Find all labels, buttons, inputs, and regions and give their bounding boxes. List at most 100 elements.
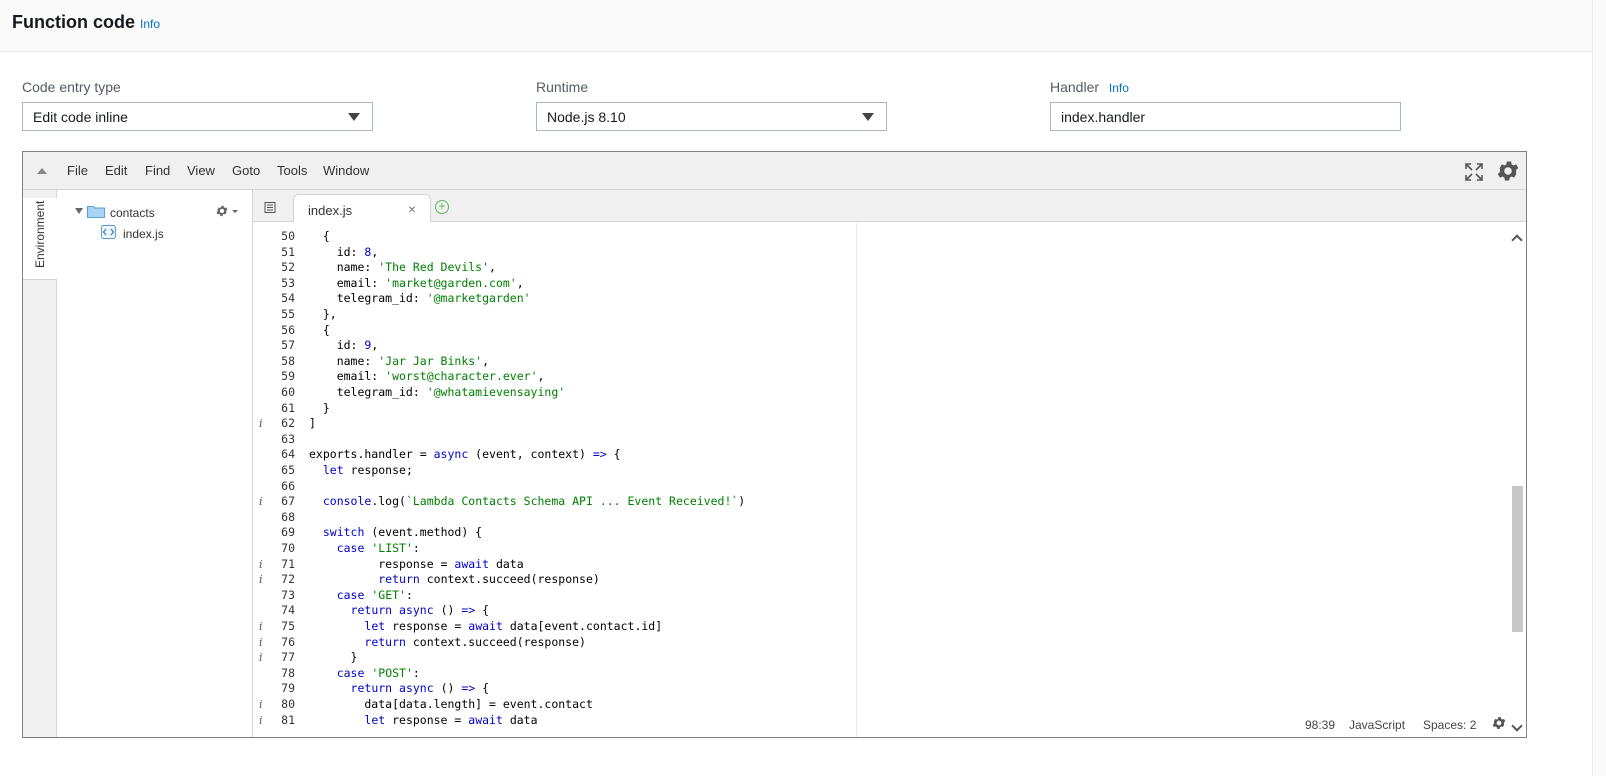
gear-icon[interactable] [1491,715,1507,731]
code-line[interactable]: 52 name: 'The Red Devils', [253,260,1493,276]
cursor-position[interactable]: 98:39 [1305,718,1335,732]
code-line[interactable]: 57 id: 9, [253,338,1493,354]
ide-menubar: File Edit Find View Goto Tools Window [23,152,1526,190]
code-line[interactable]: 78 case 'POST': [253,666,1493,682]
code-text: } [309,400,330,415]
runtime-label: Runtime [536,79,589,95]
info-annotation-icon[interactable]: i [259,619,263,635]
scroll-thumb[interactable] [1512,486,1523,632]
line-number: 76 [281,634,295,649]
code-line[interactable]: 70 case 'LIST': [253,541,1493,557]
menu-find[interactable]: Find [145,163,170,178]
code-line[interactable]: 66 [253,479,1493,495]
code-line[interactable]: 69 switch (event.method) { [253,525,1493,541]
function-code-panel: Function code Info Code entry type Edit … [0,0,1606,776]
code-line[interactable]: 64 exports.handler = async (event, contex… [253,447,1493,463]
code-line[interactable]: 60 telegram_id: '@whatamievensaying' [253,385,1493,401]
code-line[interactable]: 71 i response = await data [253,557,1493,573]
gear-icon[interactable] [215,203,239,219]
language-mode[interactable]: JavaScript [1349,718,1405,732]
file-index-js[interactable]: index.js [123,227,164,241]
line-number: 54 [281,291,295,306]
environment-tab[interactable]: Environment [23,198,57,280]
handler-label: Handler Info [1050,79,1129,95]
collapse-menu-icon[interactable] [37,168,47,174]
code-line[interactable]: 68 [253,510,1493,526]
tab-list-icon[interactable] [264,202,276,213]
chevron-up-icon[interactable] [1511,234,1523,246]
code-line[interactable]: 75 i let response = await data[event.cont… [253,619,1493,635]
tab-index-js[interactable]: index.js × [293,194,431,222]
info-annotation-icon[interactable]: i [259,635,263,651]
indent-setting[interactable]: Spaces: 2 [1423,718,1476,732]
code-line[interactable]: 62 i] [253,416,1493,432]
page-title: Function code [12,12,135,32]
code-line[interactable]: 59 email: 'worst@character.ever', [253,369,1493,385]
tree-expand-icon[interactable] [75,208,83,214]
menu-goto[interactable]: Goto [232,163,260,178]
menu-edit[interactable]: Edit [105,163,127,178]
menu-window[interactable]: Window [323,163,369,178]
fullscreen-icon[interactable] [1464,162,1484,182]
folder-contacts[interactable]: contacts [110,206,155,220]
menu-view[interactable]: View [187,163,215,178]
code-line[interactable]: 56 { [253,323,1493,339]
info-annotation-icon[interactable]: i [259,416,263,432]
line-number: 77 [281,650,295,665]
line-number: 71 [281,556,295,571]
line-number: 80 [281,697,295,711]
code-line[interactable]: 74 return async () => { [253,603,1493,619]
code-line[interactable]: 79 return async () => { [253,681,1493,697]
code-line[interactable]: 76 i return context.succeed(response) [253,635,1493,651]
code-entry-type-select[interactable]: Edit code inline [22,102,373,131]
code-line[interactable]: 67 i console.log(`Lambda Contacts Schema … [253,494,1493,510]
info-annotation-icon[interactable]: i [259,494,263,510]
code-line[interactable]: 54 telegram_id: '@marketgarden' [253,291,1493,307]
chevron-down-icon[interactable] [1511,720,1523,732]
info-annotation-icon[interactable]: i [259,713,263,729]
runtime-select[interactable]: Node.js 8.10 [536,102,887,131]
info-annotation-icon[interactable]: i [259,572,263,588]
info-annotation-icon[interactable]: i [259,697,263,713]
code-line[interactable]: 50 { [253,229,1493,245]
line-number: 61 [281,400,295,415]
code-text: email: 'market@garden.com', [309,275,524,290]
line-number: 68 [281,509,295,524]
code-editor[interactable]: 50 {51 id: 8, 52 name: 'The Red Devils', 5… [253,223,1526,737]
code-line[interactable]: 61 } [253,401,1493,417]
code-text: exports.handler = async (event, context)… [309,447,621,462]
menu-tools[interactable]: Tools [277,163,307,178]
title-info-link[interactable]: Info [140,17,160,31]
cloud9-editor: File Edit Find View Goto Tools Window En… [22,151,1527,738]
chevron-down-icon [348,113,360,121]
code-line[interactable]: 80 i data[data.length] = event.contact [253,697,1493,713]
line-number: 66 [281,478,295,493]
plus-circle-icon[interactable]: + [435,200,449,214]
code-text: case 'POST': [336,665,420,680]
info-annotation-icon[interactable]: i [259,557,263,573]
menu-file[interactable]: File [67,163,88,178]
info-annotation-icon[interactable]: i [259,650,263,666]
close-icon[interactable]: × [408,201,416,217]
code-line[interactable]: 77 i } [253,650,1493,666]
editor-scrollbar[interactable] [1510,230,1524,737]
line-number: 70 [281,541,295,555]
code-line[interactable]: 53 email: 'market@garden.com', [253,276,1493,292]
code-line[interactable]: 73 case 'GET': [253,588,1493,604]
code-line[interactable]: 55 }, [253,307,1493,323]
code-entry-type-label: Code entry type [22,79,121,95]
code-line[interactable]: 58 name: 'Jar Jar Binks', [253,354,1493,370]
runtime-value: Node.js 8.10 [547,109,626,125]
code-text: return context.succeed(response) [378,572,600,587]
line-number: 52 [281,260,295,275]
handler-info-link[interactable]: Info [1109,81,1129,95]
gear-icon[interactable] [1495,158,1521,184]
code-line[interactable]: 63 [253,432,1493,448]
code-line[interactable]: 65 let response; [253,463,1493,479]
line-number: 60 [281,385,295,399]
code-text: ] [309,416,316,431]
code-text: console.log(`Lambda Contacts Schema API … [322,494,746,509]
code-line[interactable]: 72 i return context.succeed(response) [253,572,1493,588]
code-line[interactable]: 51 id: 8, [253,245,1493,261]
handler-input[interactable]: index.handler [1050,102,1401,131]
